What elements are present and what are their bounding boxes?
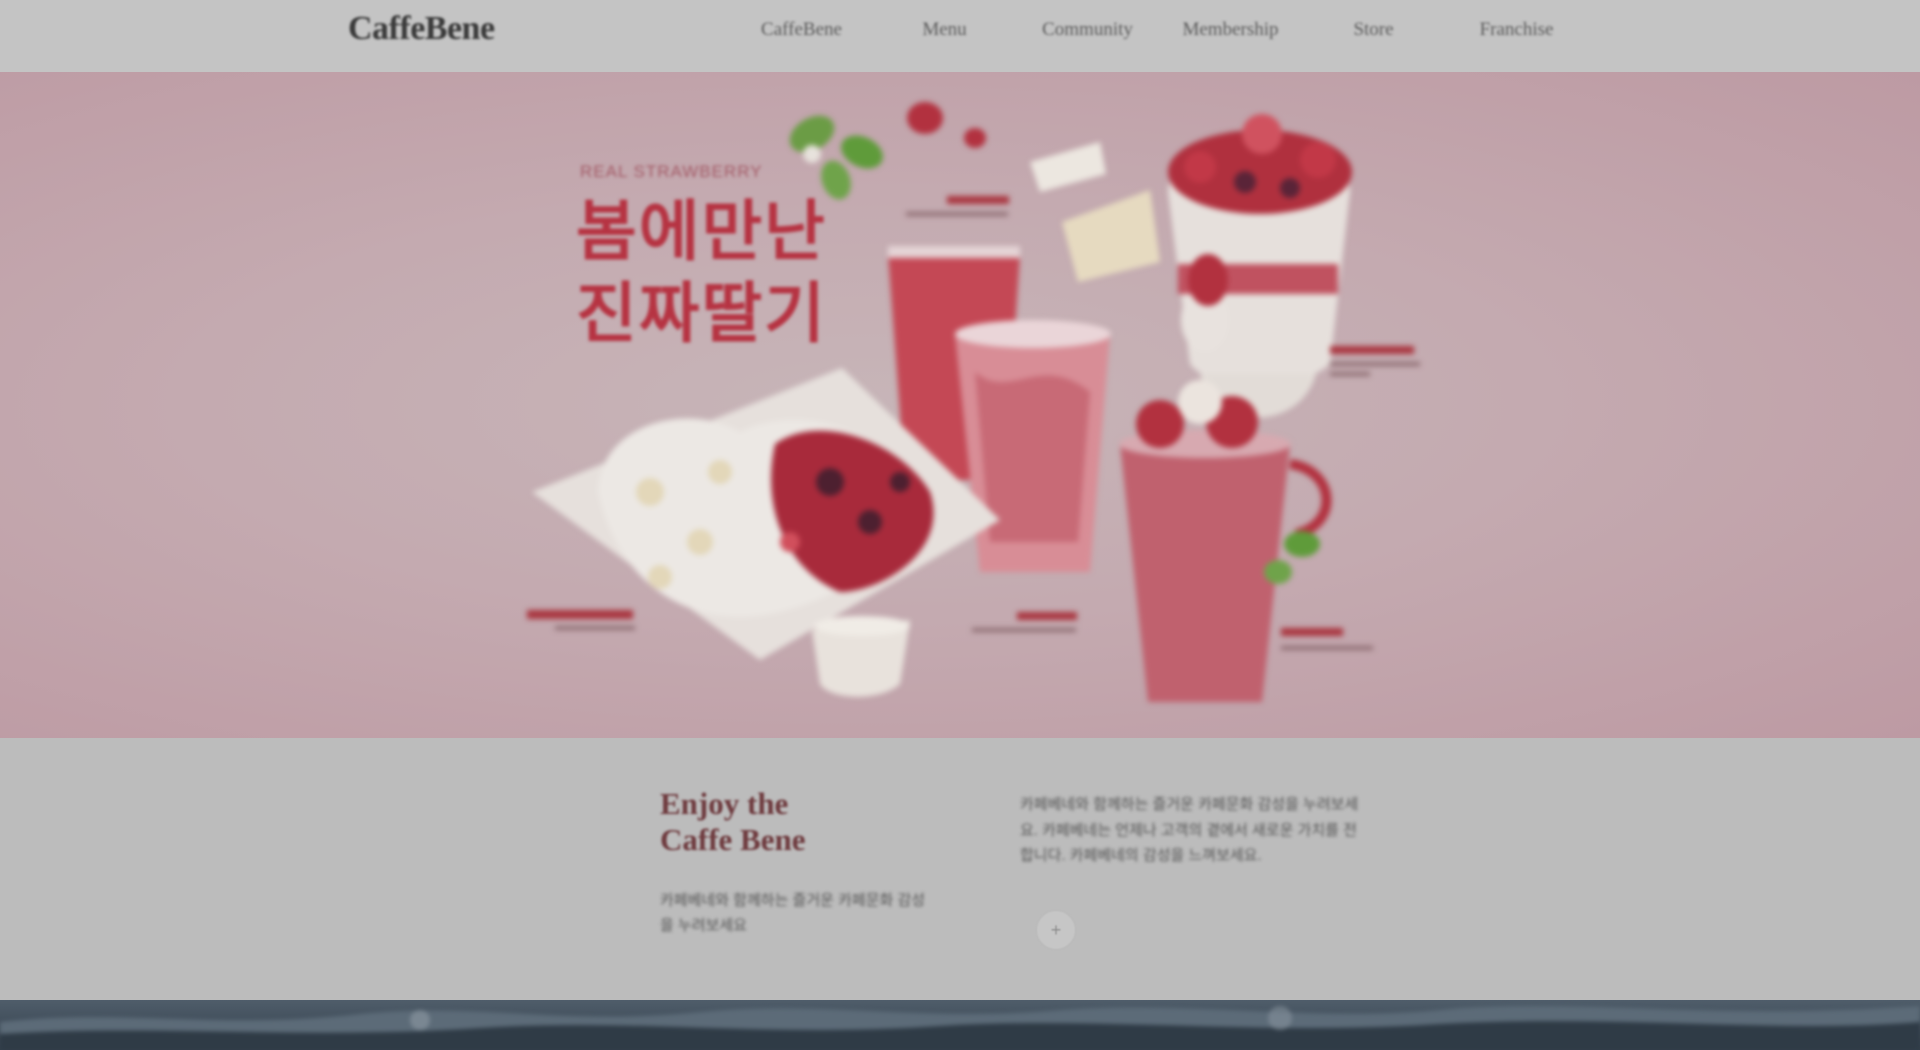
intro-section: Enjoy the Caffe Bene 카페베네와 함께하는 즐거운 카페문화… bbox=[0, 738, 1920, 1000]
cake-slice bbox=[1030, 142, 1160, 282]
nav-item-membership[interactable]: Membership bbox=[1159, 0, 1302, 60]
intro-heading: Enjoy the Caffe Bene bbox=[660, 786, 806, 857]
nav-item-menu[interactable]: Menu bbox=[873, 0, 1016, 60]
nav-item-caffebene[interactable]: CaffeBene bbox=[730, 0, 873, 60]
intro-body-text: 카페베네와 함께하는 즐거운 카페문화 감성을 누려보세요. 카페베네는 언제나… bbox=[1020, 796, 1359, 864]
strawberry-latte-cup bbox=[955, 320, 1111, 572]
hero-banner[interactable]: ​ bbox=[0, 72, 1920, 738]
intro-description: 카페베네와 함께하는 즐거운 카페문화 감성을 누려보세요 bbox=[660, 892, 926, 934]
scenic-banner bbox=[0, 1000, 1920, 1050]
hero-kicker: REAL STRAWBERRY bbox=[580, 162, 763, 181]
site-header: CaffeBene CaffeBene Menu Community Membe… bbox=[0, 0, 1920, 73]
main-nav: CaffeBene Menu Community Membership Stor… bbox=[730, 0, 1588, 60]
logo[interactable]: CaffeBene bbox=[348, 10, 495, 48]
strawberry-decoration bbox=[907, 102, 986, 148]
hero-product-image: ​ bbox=[527, 102, 1420, 702]
page: CaffeBene CaffeBene Menu Community Membe… bbox=[0, 0, 1920, 1050]
plus-icon: + bbox=[1050, 919, 1062, 940]
nav-item-franchise[interactable]: Franchise bbox=[1445, 0, 1588, 60]
nav-item-community[interactable]: Community bbox=[1016, 0, 1159, 60]
landscape-image bbox=[0, 1006, 1920, 1050]
more-button[interactable]: + bbox=[1036, 910, 1076, 950]
nav-item-store[interactable]: Store bbox=[1302, 0, 1445, 60]
hero-title: 봄에만난 진짜딸기 bbox=[576, 194, 827, 350]
